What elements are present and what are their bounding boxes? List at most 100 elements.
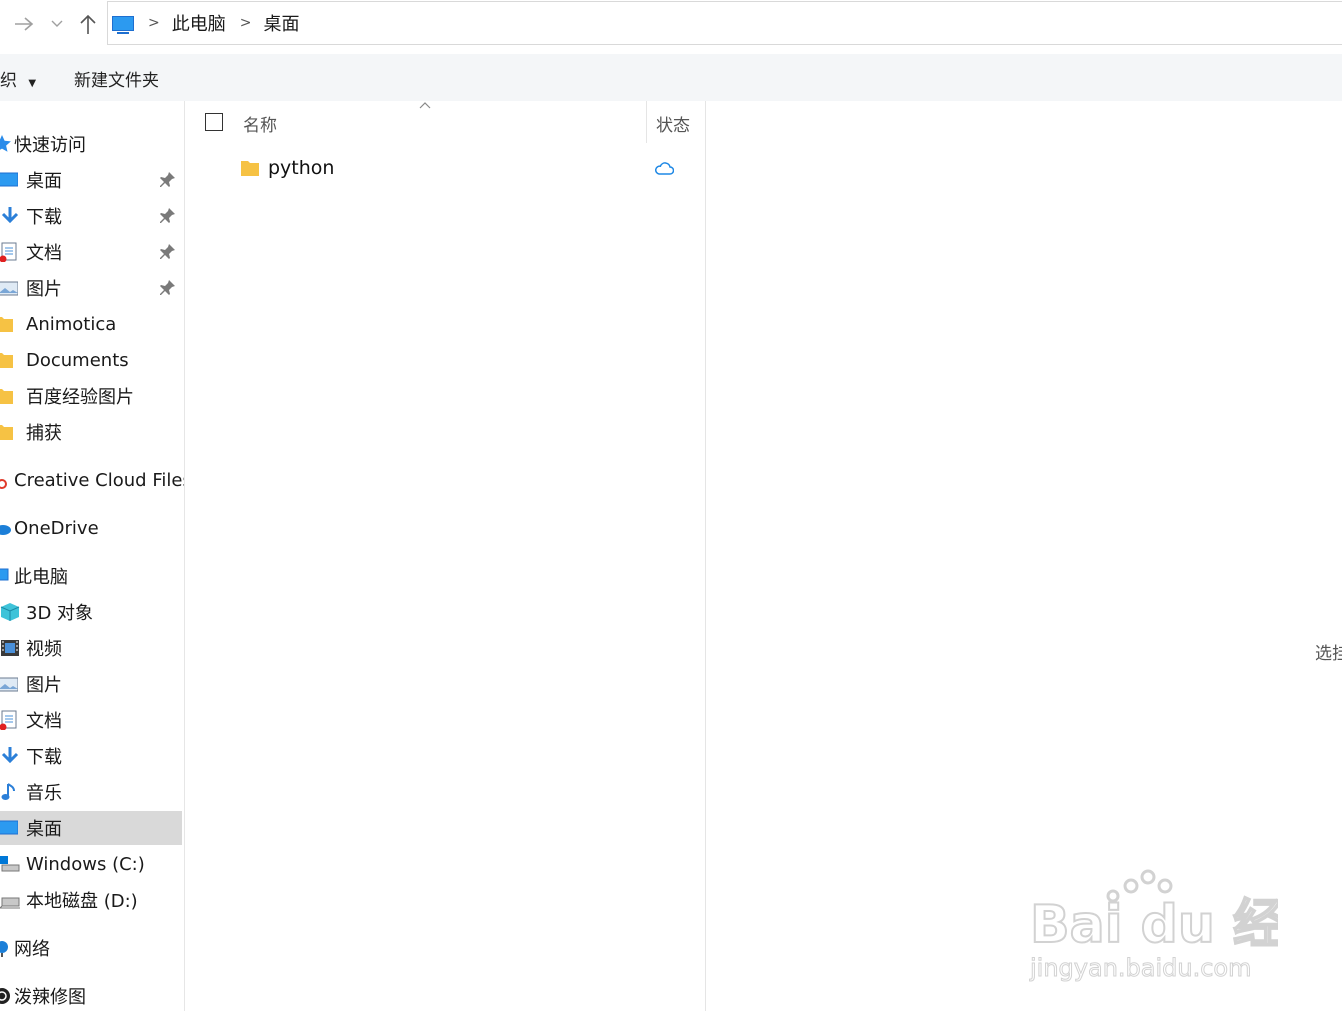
nav-quick-documents-folder[interactable]: Documents [0,343,182,377]
organize-button[interactable]: 织 ▼ [0,66,36,91]
nav-label: Documents [26,349,129,371]
folder-icon [241,161,259,176]
nav-label: 快速访问 [14,135,86,156]
nav-videos[interactable]: 视频 [0,631,182,665]
folder-icon [0,317,13,332]
new-folder-button[interactable]: 新建文件夹 [74,66,159,91]
forward-button[interactable] [12,10,36,38]
nav-onedrive[interactable]: OneDrive [0,511,182,545]
chevron-right-icon: > [239,15,252,31]
nav-label: 图片 [26,279,62,300]
nav-this-pc[interactable]: 此电脑 [0,559,182,593]
folder-icon [0,389,13,404]
folder-icon [0,425,13,440]
column-divider[interactable] [646,101,647,143]
address-toolbar: > 此电脑 > 桌面 [0,0,1342,47]
navigation-pane: 快速访问 桌面 下载 文档 图片 Animotica Documents 百度经… [0,101,185,1011]
watermark-brand: Bai du 经验 [1030,895,1278,955]
chevron-right-icon: > [148,15,160,31]
nav-label: 桌面 [26,171,62,192]
desktop-icon [0,820,18,835]
nav-quick-desktop[interactable]: 桌面 [0,163,182,197]
nav-label: 本地磁盘 (D:) [26,891,138,912]
nav-label: 网络 [14,939,50,960]
drive-icon [0,856,20,872]
nav-app-polarr[interactable]: 泼辣修图 [0,979,182,1011]
nav-quick-baidu-pictures[interactable]: 百度经验图片 [0,379,182,413]
nav-label: 百度经验图片 [26,387,134,408]
pin-icon[interactable] [160,207,176,225]
breadcrumb-item-desktop[interactable]: 桌面 [263,10,299,36]
pin-icon[interactable] [160,279,176,297]
watermark-logo: Bai du 经验 jingyan.baidu.com [1029,869,1338,983]
nav-pictures[interactable]: 图片 [0,667,182,701]
nav-drive-d[interactable]: 本地磁盘 (D:) [0,883,182,917]
baidu-watermark: Bai du 经验 jingyan.baidu.com [1028,864,1338,984]
nav-downloads[interactable]: 下载 [0,739,182,773]
nav-label: 下载 [26,747,62,768]
nav-desktop[interactable]: 桌面 [0,811,182,845]
cube-icon [0,603,20,621]
chevron-down-icon [51,20,63,27]
command-bar: 织 ▼ 新建文件夹 [0,54,1342,101]
details-pane-hint: 选挂 [1315,644,1342,664]
select-all-checkbox[interactable] [205,113,223,131]
organize-label: 织 [0,71,17,91]
nav-label: OneDrive [14,517,99,539]
pin-icon[interactable] [160,171,176,189]
nav-quick-documents[interactable]: 文档 [0,235,182,269]
pc-icon [0,568,9,581]
nav-label: 捕获 [26,423,62,444]
file-row[interactable] [186,150,704,188]
nav-label: 视频 [26,639,62,660]
nav-label: 桌面 [26,819,62,840]
nav-quick-animotica[interactable]: Animotica [0,307,182,341]
folder-icon [0,353,13,368]
arrow-up-icon [80,14,96,34]
pc-icon [112,15,134,34]
download-icon [1,747,19,764]
cloud-icon [655,162,674,175]
onedrive-icon [0,525,11,535]
column-header-status[interactable]: 状态 [656,111,690,155]
pin-icon[interactable] [160,243,176,261]
nav-label: 图片 [26,675,62,696]
up-button[interactable] [76,10,100,38]
nav-quick-access[interactable]: 快速访问 [0,127,182,161]
nav-documents[interactable]: 文档 [0,703,182,737]
nav-quick-pictures[interactable]: 图片 [0,271,182,305]
nav-drive-c[interactable]: Windows (C:) [0,847,182,881]
desktop-icon [0,172,18,187]
nav-label: 3D 对象 [26,603,94,624]
nav-quick-downloads[interactable]: 下载 [0,199,182,233]
picture-icon [0,677,18,692]
nav-creative-cloud[interactable]: Creative Cloud Files [0,463,185,497]
watermark-url: jingyan.baidu.com [1029,954,1251,982]
address-bar[interactable]: > 此电脑 > 桌面 [107,1,1342,45]
arrow-right-icon [15,17,34,31]
nav-quick-capture[interactable]: 捕获 [0,415,182,449]
nav-label: 泼辣修图 [14,987,86,1008]
nav-3d-objects[interactable]: 3D 对象 [0,595,182,629]
app-icon [0,988,10,1004]
recent-locations-button[interactable] [48,10,66,38]
document-icon [0,710,17,730]
sort-ascending-icon [419,102,431,109]
nav-label: 文档 [26,711,62,732]
music-icon [1,783,15,800]
nav-label: 音乐 [26,783,62,804]
details-pane-divider[interactable] [705,101,706,1011]
caret-down-icon: ▼ [28,78,37,89]
nav-music[interactable]: 音乐 [0,775,182,809]
picture-icon [0,281,18,296]
nav-label: Animotica [26,313,117,335]
video-icon [1,640,19,656]
star-icon [0,135,11,152]
nav-label: 下载 [26,207,62,228]
column-header-name[interactable]: 名称 [243,111,277,155]
breadcrumb-item-this-pc[interactable]: 此电脑 [172,10,226,36]
file-name[interactable]: python [268,157,334,179]
nav-label: Windows (C:) [26,853,145,875]
nav-network[interactable]: 网络 [0,931,182,965]
nav-label: Creative Cloud Files [14,469,185,491]
